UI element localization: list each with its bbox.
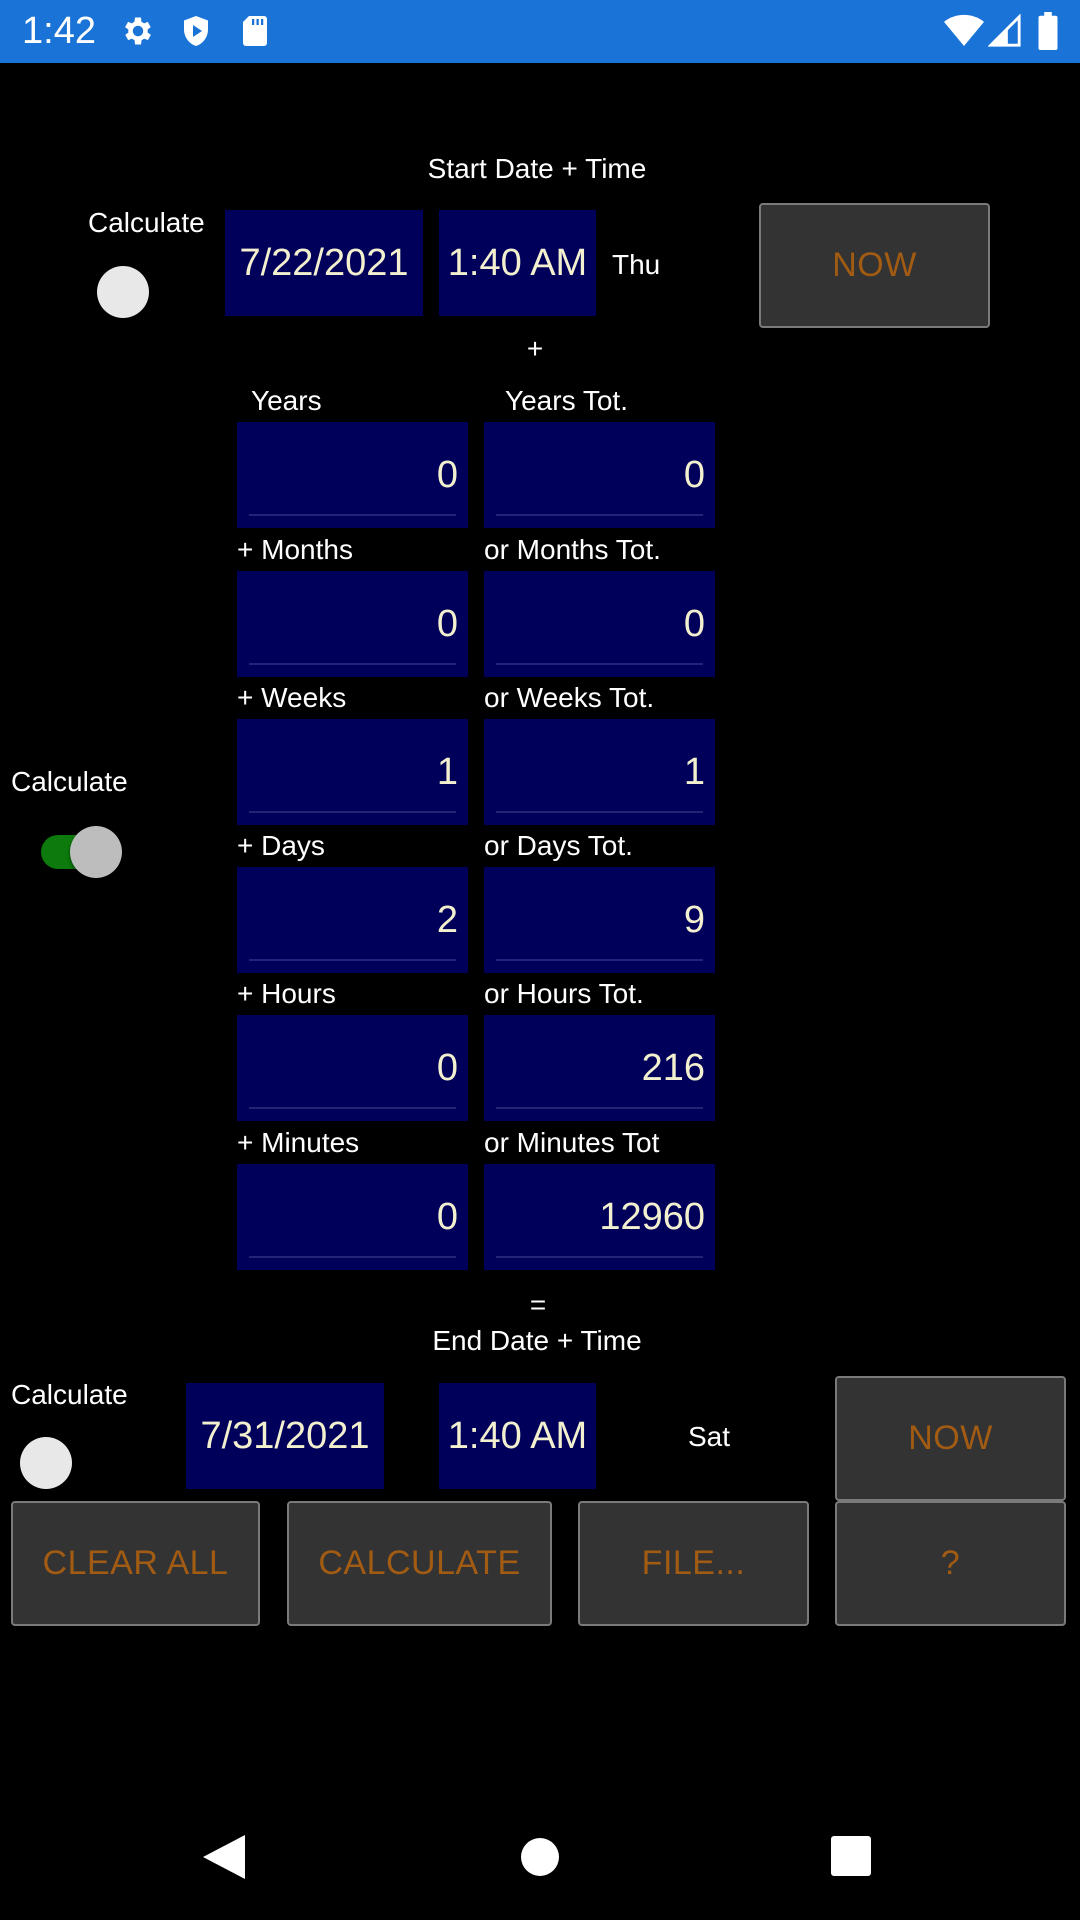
help-button[interactable]: ? bbox=[835, 1501, 1066, 1626]
hours-field[interactable]: 0 bbox=[237, 1015, 468, 1121]
start-time-field[interactable]: 1:40 AM bbox=[439, 210, 596, 316]
end-calculate-label: Calculate bbox=[11, 1379, 128, 1410]
wifi-icon bbox=[944, 14, 984, 47]
weeks-total-field[interactable]: 1 bbox=[484, 719, 715, 825]
years-label: Years bbox=[251, 385, 322, 416]
months-total-label: or Months Tot. bbox=[484, 534, 661, 565]
hours-total-field[interactable]: 216 bbox=[484, 1015, 715, 1121]
days-field[interactable]: 2 bbox=[237, 867, 468, 973]
plus-sign: + bbox=[526, 333, 544, 364]
hours-total-label: or Hours Tot. bbox=[484, 978, 644, 1009]
minutes-total-field[interactable]: 12960 bbox=[484, 1164, 715, 1270]
years-total-field[interactable]: 0 bbox=[484, 422, 715, 528]
back-triangle-icon[interactable] bbox=[203, 1835, 245, 1879]
end-date-field[interactable]: 7/31/2021 bbox=[186, 1383, 384, 1489]
minutes-total-label: or Minutes Tot bbox=[484, 1127, 660, 1158]
gear-icon bbox=[125, 17, 151, 45]
start-weekday: Thu bbox=[612, 249, 661, 280]
file-button[interactable]: FILE... bbox=[578, 1501, 809, 1626]
days-total-label: or Days Tot. bbox=[484, 830, 633, 861]
days-label: + Days bbox=[237, 830, 325, 861]
end-weekday: Sat bbox=[688, 1421, 731, 1452]
weeks-total-label: or Weeks Tot. bbox=[484, 682, 655, 713]
start-date-field[interactable]: 7/22/2021 bbox=[225, 210, 423, 316]
duration-calculate-label: Calculate bbox=[11, 766, 128, 797]
end-time-field[interactable]: 1:40 AM bbox=[439, 1383, 596, 1489]
end-now-button[interactable]: NOW bbox=[835, 1376, 1066, 1501]
start-title: Start Date + Time bbox=[427, 153, 647, 184]
status-time: 1:42 bbox=[22, 10, 96, 52]
weeks-label: + Weeks bbox=[237, 682, 347, 713]
minutes-label: + Minutes bbox=[237, 1127, 360, 1158]
weeks-field[interactable]: 1 bbox=[237, 719, 468, 825]
recents-square-icon[interactable] bbox=[831, 1836, 871, 1876]
minutes-field[interactable]: 0 bbox=[237, 1164, 468, 1270]
shield-play-icon bbox=[184, 16, 208, 46]
years-field[interactable]: 0 bbox=[237, 422, 468, 528]
cellular-signal-icon bbox=[988, 14, 1021, 47]
start-calculate-toggle[interactable] bbox=[97, 266, 149, 318]
hours-label: + Hours bbox=[237, 978, 336, 1009]
home-circle-icon[interactable] bbox=[520, 1837, 560, 1877]
calculate-button[interactable]: CALCULATE bbox=[287, 1501, 552, 1626]
months-field[interactable]: 0 bbox=[237, 571, 468, 677]
sd-card-icon bbox=[243, 16, 267, 46]
start-now-button[interactable]: NOW bbox=[759, 203, 990, 328]
start-calculate-label: Calculate bbox=[88, 207, 205, 238]
end-calculate-toggle[interactable] bbox=[20, 1437, 72, 1489]
end-title: End Date + Time bbox=[432, 1325, 642, 1356]
clear-all-button[interactable]: CLEAR ALL bbox=[11, 1501, 260, 1626]
duration-toggle-knob bbox=[70, 826, 122, 878]
months-total-field[interactable]: 0 bbox=[484, 571, 715, 677]
battery-icon bbox=[1038, 12, 1058, 50]
months-label: + Months bbox=[237, 534, 353, 565]
days-total-field[interactable]: 9 bbox=[484, 867, 715, 973]
years-total-label: Years Tot. bbox=[505, 385, 628, 416]
equals-sign: = bbox=[529, 1289, 547, 1320]
status-bar bbox=[0, 0, 1080, 63]
